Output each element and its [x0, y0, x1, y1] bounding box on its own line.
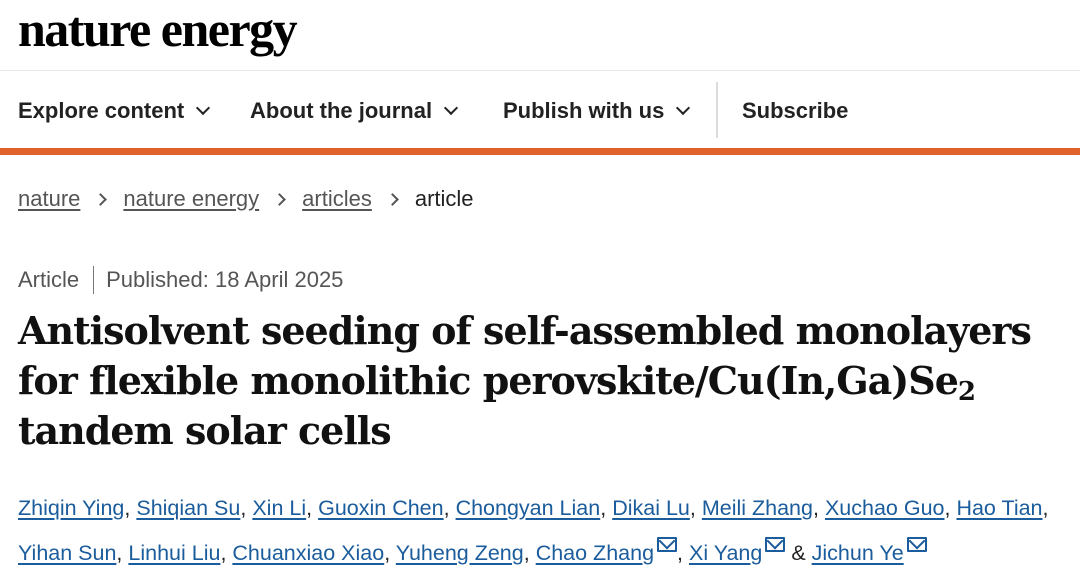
- author-link[interactable]: Hao Tian: [956, 496, 1042, 520]
- author-link[interactable]: Linhui Liu: [128, 541, 220, 565]
- author-separator: ,: [677, 541, 684, 565]
- article-title: Antisolvent seeding of self-assembled mo…: [18, 306, 1068, 456]
- nav-publish-with-us-label: Publish with us: [503, 98, 665, 123]
- article-meta: Article Published: 18 April 2025: [18, 266, 343, 294]
- nav-divider: [716, 82, 718, 138]
- chevron-right-icon: [385, 192, 399, 206]
- author-conjunction: &: [791, 541, 806, 565]
- chevron-down-icon: [676, 100, 691, 116]
- author-separator: ,: [689, 496, 696, 520]
- breadcrumb-articles[interactable]: articles: [302, 186, 372, 212]
- author-separator: ,: [600, 496, 607, 520]
- mail-icon[interactable]: [906, 537, 927, 552]
- author-separator: ,: [812, 496, 819, 520]
- header-divider: [0, 70, 1080, 71]
- nav-about-journal[interactable]: About the journal: [250, 82, 459, 140]
- chevron-down-icon: [196, 100, 211, 116]
- journal-logo[interactable]: nature energy: [18, 4, 298, 54]
- author-link[interactable]: Chongyan Lian: [456, 496, 601, 520]
- article-type: Article: [18, 267, 80, 292]
- nav-about-journal-label: About the journal: [250, 98, 433, 123]
- author-separator: ,: [240, 496, 247, 520]
- nav-explore-content[interactable]: Explore content: [18, 82, 211, 140]
- author-separator: ,: [116, 541, 123, 565]
- article-title-main: Antisolvent seeding of self-assembled mo…: [18, 308, 1032, 403]
- author-separator: ,: [1042, 496, 1049, 520]
- author-link[interactable]: Yihan Sun: [18, 541, 116, 565]
- author-link[interactable]: Xin Li: [252, 496, 306, 520]
- chevron-down-icon: [444, 100, 459, 116]
- author-separator: ,: [523, 541, 530, 565]
- breadcrumb-nature[interactable]: nature: [18, 186, 80, 212]
- author-link[interactable]: Jichun Ye: [812, 541, 904, 565]
- article-title-end: tandem solar cells: [18, 408, 392, 453]
- author-separator: ,: [306, 496, 313, 520]
- article-title-subscript: 2: [957, 377, 976, 407]
- breadcrumb-nature-energy[interactable]: nature energy: [123, 186, 259, 212]
- author-list: Zhiqin Ying, Shiqian Su, Xin Li, Guoxin …: [18, 486, 1068, 576]
- author-link[interactable]: Zhiqin Ying: [18, 496, 124, 520]
- mail-icon[interactable]: [657, 537, 678, 552]
- subscribe-link[interactable]: Subscribe: [742, 82, 848, 140]
- author-separator: ,: [220, 541, 227, 565]
- author-link[interactable]: Shiqian Su: [136, 496, 240, 520]
- breadcrumb: nature nature energy articles article: [18, 186, 474, 212]
- publish-date: Published: 18 April 2025: [106, 267, 344, 292]
- chevron-right-icon: [273, 192, 287, 206]
- author-link[interactable]: Xuchao Guo: [825, 496, 945, 520]
- nav-explore-content-label: Explore content: [18, 98, 185, 123]
- mail-icon[interactable]: [765, 537, 786, 552]
- author-link[interactable]: Chao Zhang: [536, 541, 654, 565]
- accent-bar: [0, 148, 1080, 155]
- chevron-right-icon: [94, 192, 108, 206]
- nav-publish-with-us[interactable]: Publish with us: [503, 82, 691, 140]
- author-link[interactable]: Chuanxiao Xiao: [232, 541, 384, 565]
- author-separator: ,: [443, 496, 450, 520]
- breadcrumb-current: article: [414, 186, 474, 211]
- main-nav: Explore content About the journal Publis…: [0, 82, 1080, 140]
- author-separator: ,: [944, 496, 951, 520]
- author-link[interactable]: Xi Yang: [689, 541, 762, 565]
- author-link[interactable]: Dikai Lu: [612, 496, 690, 520]
- author-link[interactable]: Guoxin Chen: [318, 496, 444, 520]
- meta-divider: [93, 266, 95, 294]
- author-separator: ,: [124, 496, 131, 520]
- author-link[interactable]: Yuheng Zeng: [396, 541, 524, 565]
- author-separator: ,: [384, 541, 391, 565]
- author-link[interactable]: Meili Zhang: [702, 496, 813, 520]
